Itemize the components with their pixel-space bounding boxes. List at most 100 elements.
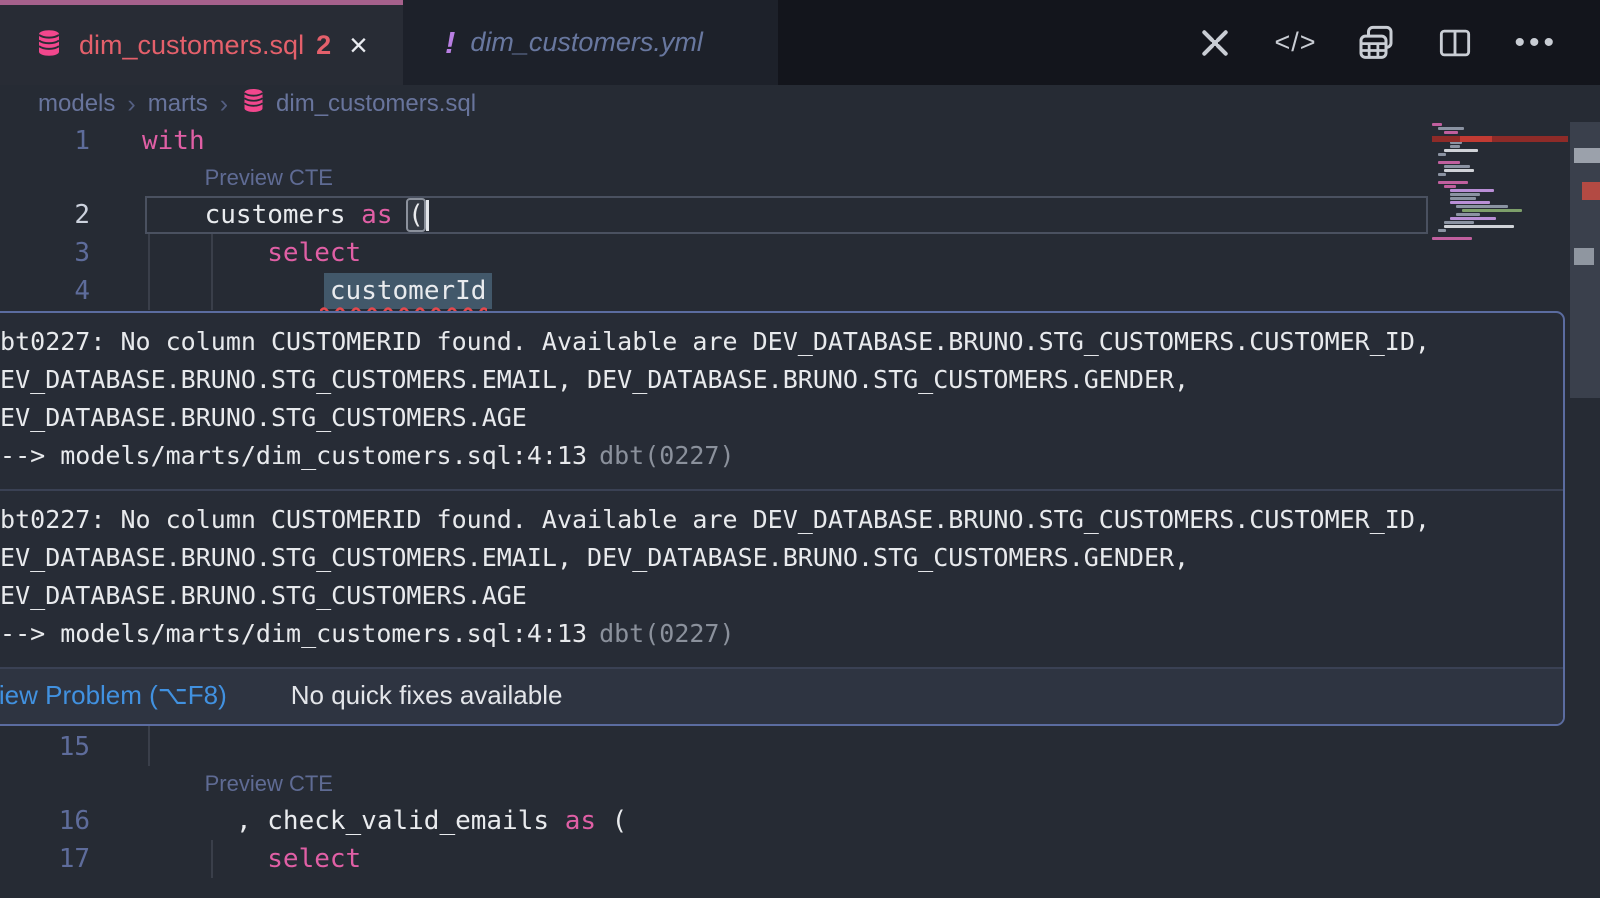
error-location: --> models/marts/dim_customers.sql:4:13 [0,441,587,470]
error-hover-popup: dbt0227: No column CUSTOMERID found. Ava… [0,311,1565,726]
minimap-line [1456,205,1508,208]
close-tab-icon[interactable]: × [349,29,368,61]
minimap-line [1444,225,1514,228]
code-line-15[interactable]: 15 [0,728,1600,766]
error-message-block: dbt0227: No column CUSTOMERID found. Ava… [0,313,1563,489]
minimap-line [1450,145,1460,148]
editor-actions: </> ••• [1196,0,1600,85]
error-message-line: DEV_DATABASE.BRUNO.STG_CUSTOMERS.AGE [0,577,1555,615]
code-token: select [267,844,361,874]
error-location: --> models/marts/dim_customers.sql:4:13 [0,619,587,648]
text-cursor [426,200,429,231]
tab-bar: dim_customers.sql 2 × ! dim_customers.ym… [0,0,1600,85]
overview-ruler-mark [1574,148,1600,163]
minimap-line [1444,185,1456,188]
code-text: customerId [142,272,486,310]
code-text: customers as ( [142,196,429,234]
code-line-1[interactable]: 1 with [0,122,1600,160]
minimap-line [1432,237,1472,240]
minimap-line [1450,197,1476,200]
code-token: with [142,126,205,156]
tab-problem-badge: 2 [316,30,331,61]
minimap-line [1444,149,1478,152]
minimap-line [1450,193,1480,196]
dbt-icon[interactable] [1196,24,1234,62]
error-exclamation-icon: ! [445,25,455,61]
code-token: select [267,238,361,268]
code-token: ( [408,200,424,230]
database-icon [34,28,64,63]
minimap-line [1432,123,1442,126]
code-line-4[interactable]: 4 customerId [0,272,1600,310]
error-message-line: dbt0227: No column CUSTOMERID found. Ava… [0,501,1555,539]
code-text: select [142,840,361,878]
code-token: ( [596,806,627,836]
code-lens-row: Preview CTE [0,160,1600,196]
error-token: customerId [324,273,493,309]
error-message-line: DEV_DATABASE.BRUNO.STG_CUSTOMERS.EMAIL, … [0,361,1555,399]
line-number: 4 [0,272,90,310]
vscode-window: { "tab_bar": { "tabs": [ {"label": "dim_… [0,0,1600,898]
code-token: as [565,806,596,836]
code-text: select [142,234,361,272]
line-number: 2 [0,196,90,234]
database-icon [240,87,267,121]
code-token: customers [205,200,362,230]
line-number: 16 [0,802,90,840]
minimap-line [1456,213,1480,216]
tab-dim-customers-sql[interactable]: dim_customers.sql 2 × [0,0,403,85]
error-message-line: DEV_DATABASE.BRUNO.STG_CUSTOMERS.AGE [0,399,1555,437]
minimap-line [1438,127,1464,130]
breadcrumb-marts[interactable]: marts [148,90,208,118]
error-message-line: DEV_DATABASE.BRUNO.STG_CUSTOMERS.EMAIL, … [0,539,1555,577]
hover-footer: View Problem (⌥F8) No quick fixes availa… [0,667,1563,724]
indent-guide [148,728,150,766]
code-token: as [361,200,392,230]
chevron-right-icon: › [220,90,228,119]
chevron-right-icon: › [127,90,135,119]
code-line-2[interactable]: 2 customers as ( [0,196,1600,234]
minimap-error-line [1432,136,1568,142]
breadcrumb-file[interactable]: dim_customers.sql [240,87,476,121]
code-text: with [142,122,205,160]
tab-label: dim_customers.sql [79,30,304,61]
minimap-line [1444,165,1470,168]
line-number: 17 [0,840,90,878]
code-text: , check_valid_emails as ( [142,802,627,840]
breadcrumb: models › marts › dim_customers.sql [0,85,1600,123]
code-token [392,200,408,230]
minimap-line [1450,201,1490,204]
tab-label: dim_customers.yml [470,27,703,58]
minimap-line [1444,169,1474,172]
error-source-code: dbt(0227) [599,441,734,470]
minimap-line [1438,153,1446,156]
preview-cte-lens[interactable]: Preview CTE [205,160,333,196]
code-line-17[interactable]: 17 select [0,840,1600,878]
overview-ruler-mark [1574,248,1594,265]
minimap-line [1438,173,1446,176]
line-number: 3 [0,234,90,272]
editor-code-top: 1withPreview CTE2customers as (3select4c… [0,122,1600,310]
line-number: 1 [0,122,90,160]
code-line-3[interactable]: 3 select [0,234,1600,272]
no-quick-fixes-label: No quick fixes available [291,680,563,711]
code-lens-row: Preview CTE [0,766,1600,802]
split-editor-icon[interactable] [1436,24,1474,62]
error-source-code: dbt(0227) [599,619,734,648]
view-problem-link[interactable]: View Problem (⌥F8) [0,680,227,711]
minimap-line [1444,221,1474,224]
compiled-code-icon[interactable]: </> [1274,27,1316,58]
breadcrumb-models[interactable]: models [38,90,115,118]
minimap-line [1438,229,1446,232]
error-message-block: dbt0227: No column CUSTOMERID found. Ava… [0,489,1563,667]
more-actions-icon[interactable]: ••• [1514,26,1558,60]
query-results-icon[interactable] [1356,23,1396,63]
minimap-line [1444,131,1458,134]
error-message-line: dbt0227: No column CUSTOMERID found. Ava… [0,323,1555,361]
minimap-line [1462,209,1522,212]
preview-cte-lens[interactable]: Preview CTE [205,766,333,802]
tab-dim-customers-yml[interactable]: ! dim_customers.yml [403,0,778,85]
minimap-line [1438,161,1460,164]
code-line-16[interactable]: 16 , check_valid_emails as ( [0,802,1600,840]
overview-ruler-error-mark [1582,182,1600,200]
